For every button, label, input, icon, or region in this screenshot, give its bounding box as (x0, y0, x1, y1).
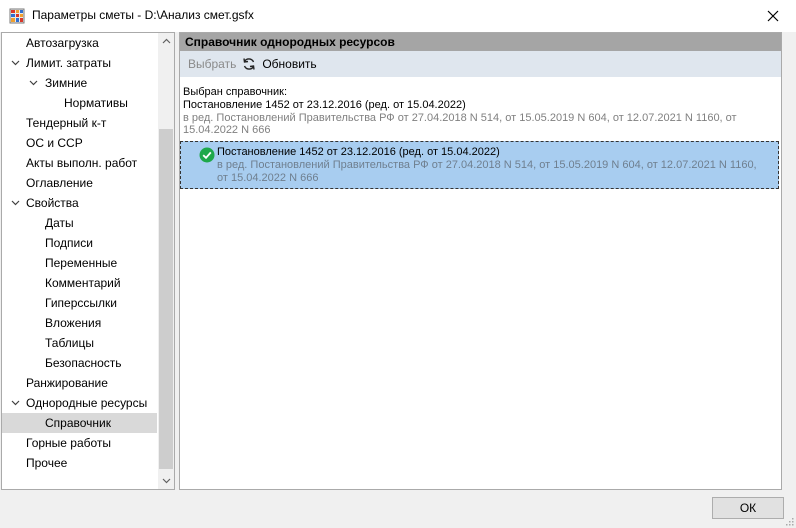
close-icon (767, 10, 779, 22)
refresh-icon (243, 58, 255, 70)
tree-item-label: Переменные (45, 256, 118, 270)
tree-item-label: Прочее (26, 456, 68, 470)
app-grid-icon (9, 8, 25, 24)
item-desc-line1: в ред. Постановлений Правительства РФ от… (217, 159, 757, 171)
tree-item[interactable]: Даты (2, 213, 157, 233)
close-button[interactable] (750, 0, 796, 32)
tree-item-label: Свойства (26, 196, 79, 210)
tree-item[interactable]: Прочее (2, 453, 157, 473)
tree-item[interactable]: Переменные (2, 253, 157, 273)
check-circle-icon (199, 147, 215, 163)
tree-item-label: Комментарий (45, 276, 121, 290)
tree-item-label: Подписи (45, 236, 93, 250)
scroll-thumb[interactable] (159, 129, 173, 469)
selected-desc-line2: 15.04.2022 N 666 (183, 124, 271, 136)
tree-item[interactable]: Таблицы (2, 333, 157, 353)
tree-item-label: Гиперссылки (45, 296, 117, 310)
tree-item-label: Даты (45, 216, 74, 230)
tree-item-label: Справочник (45, 416, 111, 430)
tree-item[interactable]: Вложения (2, 313, 157, 333)
tree-item[interactable]: Тендерный к-т (2, 113, 157, 133)
tree-item[interactable]: Оглавление (2, 173, 157, 193)
tree-item-label: ОС и ССР (26, 136, 83, 150)
resources-panel: Справочник однородных ресурсов Выбрать О… (179, 32, 782, 490)
tree-scrollbar[interactable] (158, 33, 174, 489)
tree-item[interactable]: Свойства (2, 193, 157, 213)
tree-item[interactable]: Автозагрузка (2, 33, 157, 53)
title-bar: Параметры сметы - D:\Анализ смет.gsfx (0, 0, 796, 32)
panel-header: Справочник однородных ресурсов (180, 33, 781, 51)
tree-item-label: Акты выполн. работ (26, 156, 138, 170)
tree-item-label: Оглавление (26, 176, 93, 190)
refresh-button[interactable]: Обновить (242, 51, 317, 77)
tree-item[interactable]: Зимние (2, 73, 157, 93)
tree-item[interactable]: Комментарий (2, 273, 157, 293)
resize-grip-icon[interactable] (784, 516, 794, 526)
tree-item[interactable]: Акты выполн. работ (2, 153, 157, 173)
tree-item[interactable]: ОС и ССР (2, 133, 157, 153)
window-title: Параметры сметы - D:\Анализ смет.gsfx (32, 8, 254, 22)
select-button[interactable]: Выбрать (188, 51, 236, 77)
tree-item-label: Однородные ресурсы (26, 396, 148, 410)
tree-item[interactable]: Подписи (2, 233, 157, 253)
tree-item[interactable]: Горные работы (2, 433, 157, 453)
refresh-label: Обновить (262, 57, 317, 71)
chevron-down-icon (162, 478, 170, 484)
ok-button[interactable]: ОК (712, 497, 784, 519)
chevron-up-icon (162, 38, 170, 44)
chevron-down-icon[interactable] (10, 193, 20, 213)
panel-toolbar: Выбрать Обновить (180, 51, 781, 77)
scroll-down-arrow[interactable] (158, 473, 174, 489)
selected-title: Постановление 1452 от 23.12.2016 (ред. о… (183, 99, 466, 111)
chevron-down-icon[interactable] (10, 393, 20, 413)
item-desc-line2: от 15.04.2022 N 666 (217, 172, 319, 184)
tree-item[interactable]: Лимит. затраты (2, 53, 157, 73)
chevron-down-icon[interactable] (10, 53, 20, 73)
tree-item-label: Нормативы (64, 96, 128, 110)
tree-item-label: Горные работы (26, 436, 112, 450)
tree-item-label: Ранжирование (26, 376, 108, 390)
tree-item-label: Тендерный к-т (26, 116, 107, 130)
tree-item-label: Вложения (45, 316, 102, 330)
chevron-down-icon[interactable] (28, 73, 38, 93)
directory-list-item[interactable]: Постановление 1452 от 23.12.2016 (ред. о… (180, 141, 779, 189)
tree-item[interactable]: Гиперссылки (2, 293, 157, 313)
settings-tree[interactable]: Прочее Горные работы Справочник Однородные … (1, 32, 175, 490)
selected-label: Выбран справочник: (183, 86, 288, 98)
tree-item[interactable]: Ранжирование (2, 373, 157, 393)
scroll-up-arrow[interactable] (158, 33, 174, 49)
tree-item[interactable]: Однородные ресурсы (2, 393, 157, 413)
tree-item[interactable]: Безопасность (2, 353, 157, 373)
tree-item-label: Зимние (45, 76, 88, 90)
tree-item-label: Лимит. затраты (26, 56, 111, 70)
tree-item-label: Безопасность (45, 356, 122, 370)
tree-item-label: Таблицы (45, 336, 95, 350)
tree-item[interactable]: Справочник (2, 413, 157, 433)
tree-item-label: Автозагрузка (26, 36, 99, 50)
item-title: Постановление 1452 от 23.12.2016 (ред. о… (217, 146, 500, 158)
tree-item[interactable]: Нормативы (2, 93, 157, 113)
